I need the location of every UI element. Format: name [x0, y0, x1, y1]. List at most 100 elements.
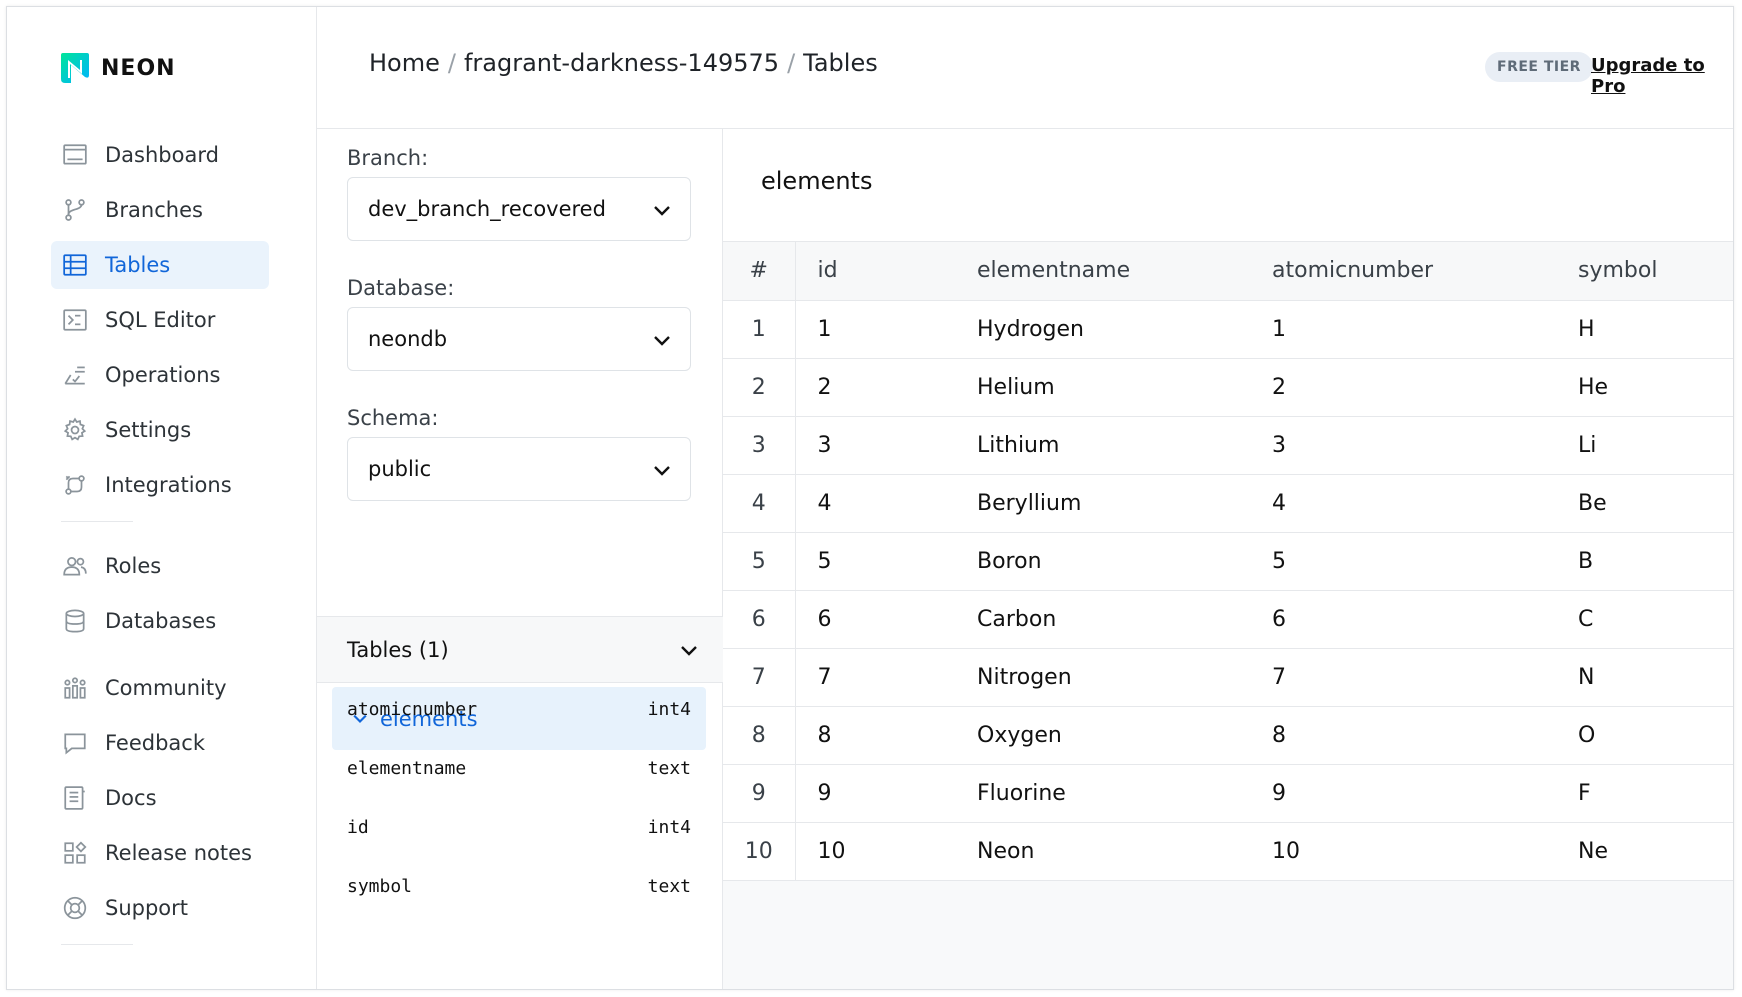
cell-elementname[interactable]: Oxygen [977, 706, 1272, 765]
cell-id[interactable]: 7 [795, 648, 977, 707]
neon-logo[interactable]: NEON [59, 51, 176, 85]
cell-rownum[interactable]: 8 [723, 706, 796, 765]
sidebar-item-label: Release notes [105, 841, 252, 865]
cell-symbol[interactable]: B [1578, 532, 1733, 591]
sidebar-item-community[interactable]: Community [51, 664, 269, 712]
cell-rownum[interactable]: 5 [723, 532, 796, 591]
cell-rownum[interactable]: 4 [723, 474, 796, 533]
sidebar-item-settings[interactable]: Settings [51, 406, 269, 454]
branch-select[interactable]: dev_branch_recovered [347, 177, 691, 241]
sidebar-item-release-notes[interactable]: Release notes [51, 829, 269, 877]
table-row[interactable]: 7 7 Nitrogen 7 N [723, 648, 1733, 707]
cell-id[interactable]: 8 [795, 706, 977, 765]
cell-rownum[interactable]: 1 [723, 300, 796, 359]
cell-atomicnumber[interactable]: 4 [1272, 474, 1578, 533]
cell-atomicnumber[interactable]: 10 [1272, 822, 1578, 881]
cell-atomicnumber[interactable]: 3 [1272, 416, 1578, 475]
breadcrumb: Home / fragrant-darkness-149575/Tables [369, 49, 878, 77]
cell-id[interactable]: 5 [795, 532, 977, 591]
breadcrumb-project[interactable]: fragrant-darkness-149575 [464, 49, 779, 77]
cell-symbol[interactable]: C [1578, 590, 1733, 649]
tables-section-toggle[interactable]: Tables (1) [317, 616, 723, 683]
column-header-atomicnumber[interactable]: atomicnumber [1272, 242, 1578, 301]
sidebar-item-operations[interactable]: Operations [51, 351, 269, 399]
table-row[interactable]: 3 3 Lithium 3 Li [723, 416, 1733, 475]
cell-atomicnumber[interactable]: 5 [1272, 532, 1578, 591]
cell-elementname[interactable]: Beryllium [977, 474, 1272, 533]
release-notes-icon [61, 839, 89, 867]
cell-rownum[interactable]: 2 [723, 358, 796, 417]
cell-elementname[interactable]: Lithium [977, 416, 1272, 475]
column-header-rownum[interactable]: # [723, 242, 796, 301]
table-row[interactable]: 8 8 Oxygen 8 O [723, 706, 1733, 765]
cell-rownum[interactable]: 3 [723, 416, 796, 475]
cell-id[interactable]: 10 [795, 822, 977, 881]
cell-id[interactable]: 2 [795, 358, 977, 417]
cell-id[interactable]: 4 [795, 474, 977, 533]
app-window: NEON Dashboard Branches Tables SQL Edito… [6, 6, 1734, 990]
cell-atomicnumber[interactable]: 2 [1272, 358, 1578, 417]
cell-rownum[interactable]: 10 [723, 822, 796, 881]
cell-id[interactable]: 9 [795, 764, 977, 823]
tables-filter-panel: Branch: dev_branch_recovered Database: n… [317, 129, 723, 989]
grid-body: 1 1 Hydrogen 1 H 2 2 Helium 2 He 3 3 Lithium 3 Li 4 4 Ber… [723, 300, 1733, 881]
cell-elementname[interactable]: Neon [977, 822, 1272, 881]
cell-symbol[interactable]: O [1578, 706, 1733, 765]
sidebar-item-roles[interactable]: Roles [51, 542, 269, 590]
cell-symbol[interactable]: He [1578, 358, 1733, 417]
cell-atomicnumber[interactable]: 9 [1272, 764, 1578, 823]
cell-symbol[interactable]: Li [1578, 416, 1733, 475]
cell-atomicnumber[interactable]: 7 [1272, 648, 1578, 707]
table-row[interactable]: 5 5 Boron 5 B [723, 532, 1733, 591]
database-select[interactable]: neondb [347, 307, 691, 371]
cell-atomicnumber[interactable]: 8 [1272, 706, 1578, 765]
breadcrumb-home[interactable]: Home [369, 49, 440, 77]
cell-id[interactable]: 6 [795, 590, 977, 649]
breadcrumb-separator: / [787, 49, 796, 77]
column-header-id[interactable]: id [795, 242, 977, 301]
cell-rownum[interactable]: 6 [723, 590, 796, 649]
cell-elementname[interactable]: Boron [977, 532, 1272, 591]
cell-id[interactable]: 1 [795, 300, 977, 359]
sidebar-item-sql-editor[interactable]: SQL Editor [51, 296, 269, 344]
cell-rownum[interactable]: 9 [723, 764, 796, 823]
sidebar-item-dashboard[interactable]: Dashboard [51, 131, 269, 179]
cell-elementname[interactable]: Nitrogen [977, 648, 1272, 707]
sidebar-item-integrations[interactable]: Integrations [51, 461, 269, 509]
sidebar-divider [61, 521, 133, 522]
header-row: # id elementname atomicnumber symbol [723, 242, 1733, 301]
cell-symbol[interactable]: Ne [1578, 822, 1733, 881]
sidebar-item-branches[interactable]: Branches [51, 186, 269, 234]
table-row[interactable]: 9 9 Fluorine 9 F [723, 764, 1733, 823]
cell-atomicnumber[interactable]: 1 [1272, 300, 1578, 359]
cell-elementname[interactable]: Carbon [977, 590, 1272, 649]
sidebar-divider [61, 944, 133, 945]
column-header-elementname[interactable]: elementname [977, 242, 1272, 301]
sidebar-item-tables[interactable]: Tables [51, 241, 269, 289]
cell-atomicnumber[interactable]: 6 [1272, 590, 1578, 649]
cell-rownum[interactable]: 7 [723, 648, 796, 707]
docs-icon [61, 784, 89, 812]
cell-symbol[interactable]: F [1578, 764, 1733, 823]
sidebar-item-databases[interactable]: Databases [51, 597, 269, 645]
cell-elementname[interactable]: Fluorine [977, 764, 1272, 823]
column-header-symbol[interactable]: symbol [1578, 242, 1733, 301]
upgrade-link[interactable]: Upgrade to Pro [1591, 55, 1733, 97]
table-row[interactable]: 4 4 Beryllium 4 Be [723, 474, 1733, 533]
cell-symbol[interactable]: N [1578, 648, 1733, 707]
table-row[interactable]: 1 1 Hydrogen 1 H [723, 300, 1733, 359]
cell-symbol[interactable]: Be [1578, 474, 1733, 533]
cell-id[interactable]: 3 [795, 416, 977, 475]
cell-elementname[interactable]: Helium [977, 358, 1272, 417]
sidebar-item-docs[interactable]: Docs [51, 774, 269, 822]
sidebar-item-feedback[interactable]: Feedback [51, 719, 269, 767]
schema-select[interactable]: public [347, 437, 691, 501]
table-row[interactable]: 10 10 Neon 10 Ne [723, 822, 1733, 881]
branch-icon [61, 196, 89, 224]
sql-editor-icon [61, 306, 89, 334]
table-row[interactable]: 6 6 Carbon 6 C [723, 590, 1733, 649]
sidebar-item-support[interactable]: Support [51, 884, 269, 932]
cell-symbol[interactable]: H [1578, 300, 1733, 359]
cell-elementname[interactable]: Hydrogen [977, 300, 1272, 359]
table-row[interactable]: 2 2 Helium 2 He [723, 358, 1733, 417]
